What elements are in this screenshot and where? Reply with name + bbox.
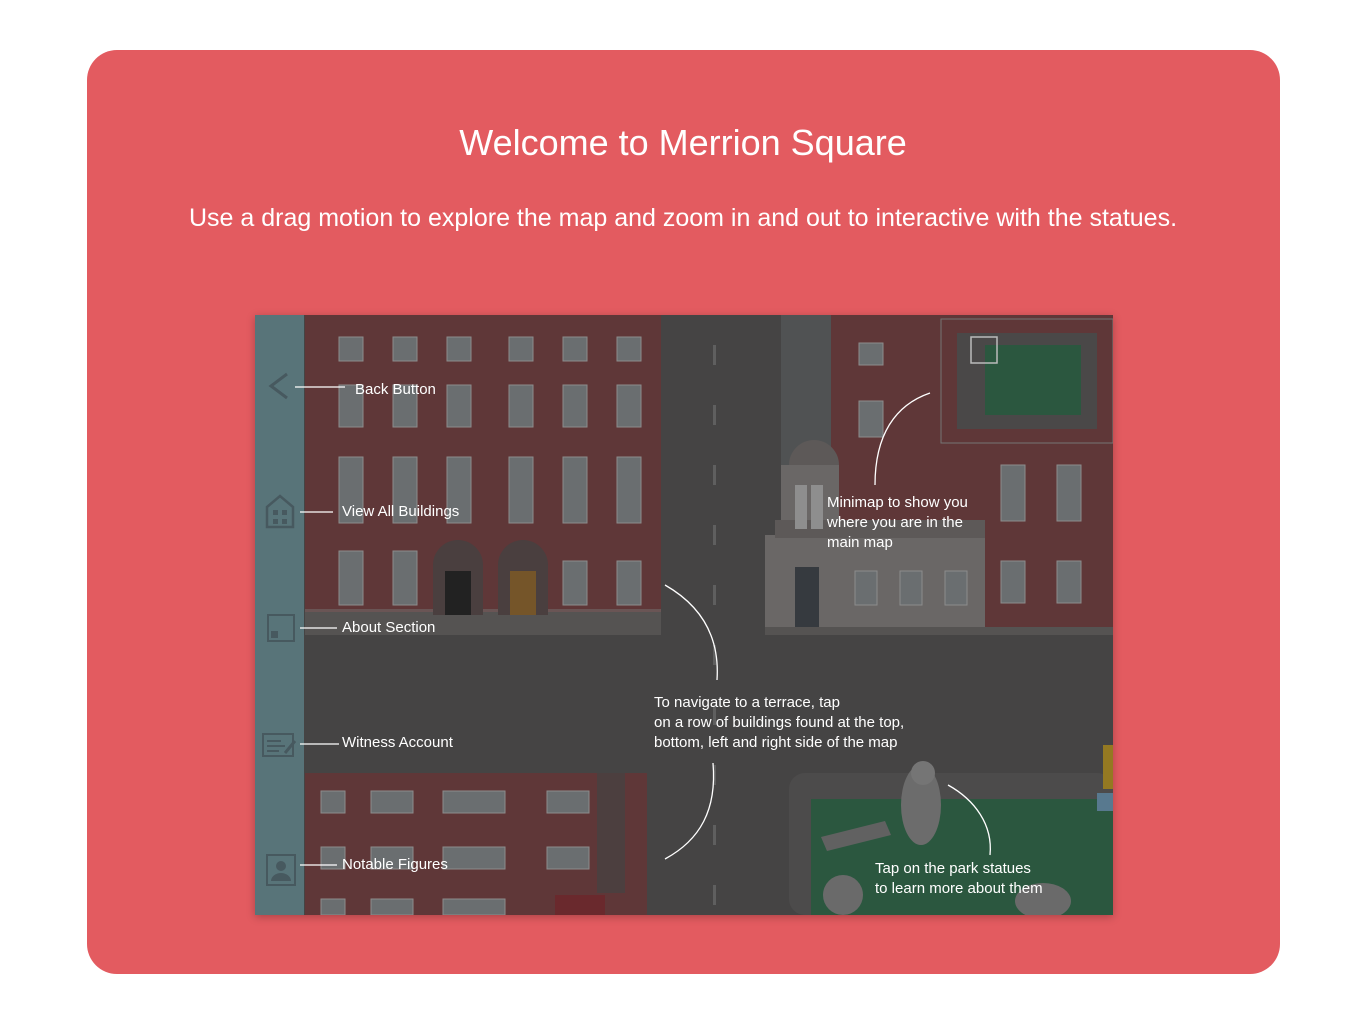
witness-account-label: Witness Account [342, 734, 453, 751]
annotation-lines [295, 386, 991, 866]
about-section-label: About Section [342, 619, 436, 636]
map-screenshot: Back Button View All Buildings About Sec… [255, 315, 1113, 915]
view-all-buildings-label: View All Buildings [342, 503, 460, 520]
page-subtitle: Use a drag motion to explore the map and… [188, 204, 1178, 232]
page-title: Welcome to Merrion Square [459, 122, 907, 163]
back-button-label: Back Button [355, 381, 436, 398]
minimap-annotation: Minimap to show you where you are in the… [827, 494, 968, 551]
notable-figures-label: Notable Figures [342, 856, 448, 873]
navigate-annotation: To navigate to a terrace, tap on a row o… [654, 694, 905, 751]
statues-annotation: Tap on the park statues to learn more ab… [875, 860, 1043, 897]
